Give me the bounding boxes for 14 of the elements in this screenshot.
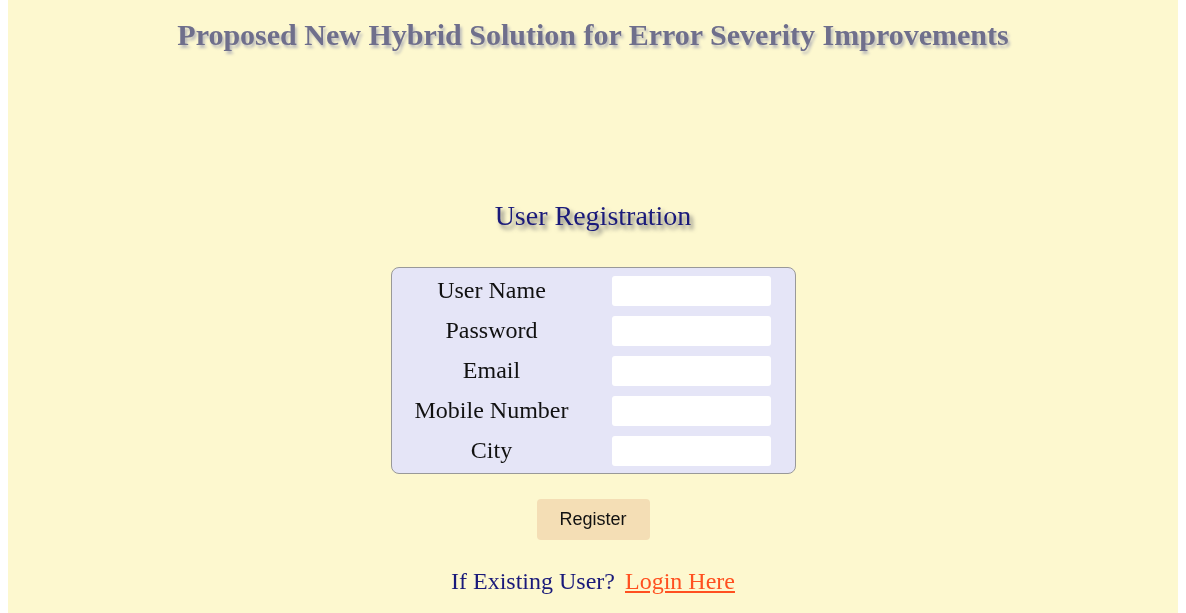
field-label: Email: [462, 357, 521, 384]
field-label: Password: [445, 317, 538, 344]
field-label: User Name: [437, 277, 546, 304]
input-field[interactable]: [611, 435, 771, 466]
input-field[interactable]: [611, 355, 771, 386]
input-field[interactable]: [611, 395, 771, 426]
page-title: Proposed New Hybrid Solution for Error Severity Improvements: [177, 18, 1009, 52]
login-prompt: If Existing User?: [451, 568, 615, 595]
input-field[interactable]: [611, 275, 771, 306]
input-field[interactable]: [611, 315, 771, 346]
register-button[interactable]: Register: [536, 499, 650, 540]
field-label: City: [470, 437, 513, 464]
form-heading: User Registration: [494, 200, 692, 232]
field-label: Mobile Number: [414, 397, 569, 424]
